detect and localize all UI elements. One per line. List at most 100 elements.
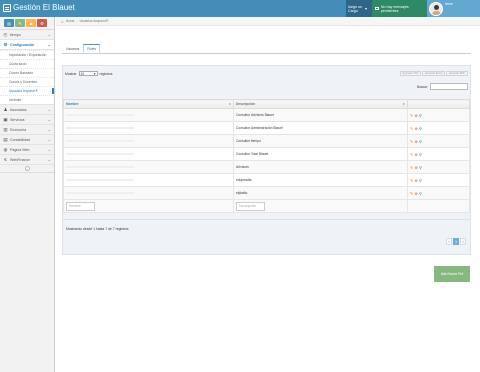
cogs-icon: ⚙: [40, 20, 44, 26]
nombre-placeholder: [66, 127, 134, 129]
group-icon: ☻: [28, 20, 34, 26]
group-shortcut-button[interactable]: ☻: [26, 19, 36, 27]
filter-descripcion-input[interactable]: Descripción: [236, 201, 265, 211]
filter-cell: Nombre: [63, 199, 234, 213]
pencil-icon[interactable]: ✎: [410, 191, 414, 196]
tab-usuarios[interactable]: Usuarios: [62, 44, 83, 53]
sidebar-item-servicios[interactable]: ▣ Servicios ⌄: [0, 115, 54, 125]
table-row[interactable]: Artvisors ✎ ⊗ ⚲: [63, 160, 470, 174]
pencil-icon[interactable]: ✎: [410, 113, 414, 118]
column-header-nombre[interactable]: Nombre ⇕: [63, 99, 234, 109]
cell-descripcion: Artvisors: [233, 160, 408, 174]
nombre-placeholder: [66, 114, 134, 116]
filter-nombre-input[interactable]: Nombre: [66, 201, 95, 211]
trash-icon[interactable]: ⊗: [415, 126, 419, 131]
sidebar: ▤ ✎ ☻ ⚙ ◴ tiempo ⌄ ⚙ Configuración ⌄ Importación…: [0, 17, 55, 372]
cargo-dropdown[interactable]: Asign un Cargo ▾: [346, 0, 372, 17]
tab-roles[interactable]: Roles: [83, 44, 101, 53]
nombre-placeholder: [66, 166, 134, 168]
pencil-icon[interactable]: ✎: [410, 126, 414, 131]
sort-icon: ⇕: [402, 102, 405, 106]
breadcrumb: ⌂ Home › Usuarios Arqueon®: [56, 17, 480, 26]
sidebar-item-label: Página Web: [10, 147, 30, 152]
sidebar-item-economia[interactable]: ▥ Economía ⌄: [0, 125, 54, 135]
table-row[interactable]: eljdattio ✎ ⊗ ⚲: [63, 186, 470, 200]
row-actions: ✎ ⊗ ⚲: [410, 152, 467, 157]
caret-down-icon: ▾: [365, 5, 368, 11]
trash-icon[interactable]: ⊗: [415, 178, 419, 183]
submenu-item[interactable]: Correo Bancario: [0, 68, 54, 77]
submenu-item[interactable]: Cuota socio: [0, 59, 54, 68]
table-row[interactable]: edupeadia ✎ ⊗ ⚲: [63, 173, 470, 187]
search-icon[interactable]: ⚲: [419, 139, 422, 144]
column-label: Descripción: [236, 102, 255, 106]
search-icon[interactable]: ⚲: [419, 165, 422, 170]
trash-icon[interactable]: ⊗: [415, 152, 419, 157]
pencil-shortcut-button[interactable]: ✎: [15, 19, 25, 27]
page-length-select[interactable]: 10 ▾: [78, 71, 98, 76]
trash-icon[interactable]: ⊗: [415, 113, 419, 118]
sidebar-item-webfinance[interactable]: € WebFinance ⌄: [0, 155, 54, 165]
submenu-item[interactable]: Importación / Exportación: [0, 50, 54, 59]
nombre-placeholder: [66, 192, 134, 194]
breadcrumb-home[interactable]: Home: [66, 19, 75, 23]
messages-text: No hay mensajes pendientes: [380, 4, 409, 13]
submenu-item[interactable]: Usuarios Arqueon®: [0, 86, 54, 95]
export-csv-button[interactable]: Exportar CSV: [399, 71, 422, 76]
length-label-post: registros: [99, 71, 113, 76]
gear-icon: ⚙: [3, 41, 8, 47]
sidebar-item-configuracion[interactable]: ⚙ Configuración ⌄: [0, 40, 54, 50]
trash-icon[interactable]: ⊗: [415, 139, 419, 144]
double-chevron-left-icon[interactable]: «: [24, 166, 30, 171]
sidebar-item-contabilidad[interactable]: ▤ Contabilidad ⌄: [0, 135, 54, 145]
sidebar-item-asociados[interactable]: ♟ Asociados ⌄: [0, 105, 54, 115]
export-pdf-button[interactable]: Exportar PDF: [446, 71, 468, 76]
sidebar-collapse: «: [0, 165, 54, 173]
submenu-item[interactable]: Unifonte: [0, 95, 54, 104]
pencil-icon[interactable]: ✎: [410, 152, 414, 157]
previous-page-button[interactable]: ‹: [446, 238, 452, 245]
roles-table-panel: Mostrar 10 ▾ registros Exportar CSV Expo…: [62, 65, 471, 255]
table-row[interactable]: Consultor Administración Blauet ✎ ⊗ ⚲: [63, 121, 470, 135]
table-row[interactable]: Consultor Artvisors Blauet ✎ ⊗ ⚲: [63, 108, 470, 122]
new-role-button[interactable]: Alta Nuevo Rol: [434, 266, 470, 282]
table-row[interactable]: Consultor Total Blauet ✎ ⊗ ⚲: [63, 147, 470, 161]
sidebar-item-tiempo[interactable]: ◴ tiempo ⌄: [0, 30, 54, 40]
cogs-shortcut-button[interactable]: ⚙: [37, 19, 47, 27]
signal-icon: ▤: [7, 20, 11, 26]
column-header-descripcion[interactable]: Descripción ⇕: [233, 99, 408, 109]
messages-menu[interactable]: No hay mensajes pendientes: [372, 0, 427, 17]
tabs-divider: [62, 53, 471, 54]
filter-cell: [407, 199, 470, 213]
row-actions: ✎ ⊗ ⚲: [410, 126, 467, 131]
table-header-row: Nombre ⇕ Descripción ⇕: [63, 99, 470, 109]
search-icon[interactable]: ⚲: [419, 113, 422, 118]
search-input[interactable]: [430, 83, 468, 90]
caret-down-icon: ▾: [93, 71, 96, 76]
trash-icon[interactable]: ⊗: [415, 191, 419, 196]
next-page-button[interactable]: ›: [460, 238, 466, 245]
table-row[interactable]: Consultor tiempo ✎ ⊗ ⚲: [63, 134, 470, 148]
cell-descripcion: Consultor Artvisors Blauet: [233, 108, 408, 122]
brand[interactable]: Gestión El Blauet: [3, 3, 75, 12]
sidebar-item-label: Contabilidad: [10, 137, 30, 142]
trash-icon[interactable]: ⊗: [415, 165, 419, 170]
search-icon[interactable]: ⚲: [419, 126, 422, 131]
signal-shortcut-button[interactable]: ▤: [4, 19, 14, 27]
search-icon[interactable]: ⚲: [419, 152, 422, 157]
pencil-icon[interactable]: ✎: [410, 139, 414, 144]
export-excel-button[interactable]: Exportar Excel: [422, 71, 446, 76]
chevron-down-icon: ⌄: [47, 147, 51, 152]
chart-icon: ▥: [3, 126, 8, 132]
search-icon[interactable]: ⚲: [419, 178, 422, 183]
chevron-down-icon: ⌄: [47, 32, 51, 37]
cell-actions: ✎ ⊗ ⚲: [407, 160, 470, 174]
user-menu[interactable]: Irene: [427, 0, 480, 17]
submenu-item[interactable]: Cursos y Docentes: [0, 77, 54, 86]
user-name: Irene: [445, 2, 453, 6]
page-1-button[interactable]: 1: [453, 238, 459, 245]
pencil-icon[interactable]: ✎: [410, 178, 414, 183]
search-icon[interactable]: ⚲: [419, 191, 422, 196]
sidebar-item-pagina-web[interactable]: ◍ Página Web ⌄: [0, 145, 54, 155]
pencil-icon[interactable]: ✎: [410, 165, 414, 170]
